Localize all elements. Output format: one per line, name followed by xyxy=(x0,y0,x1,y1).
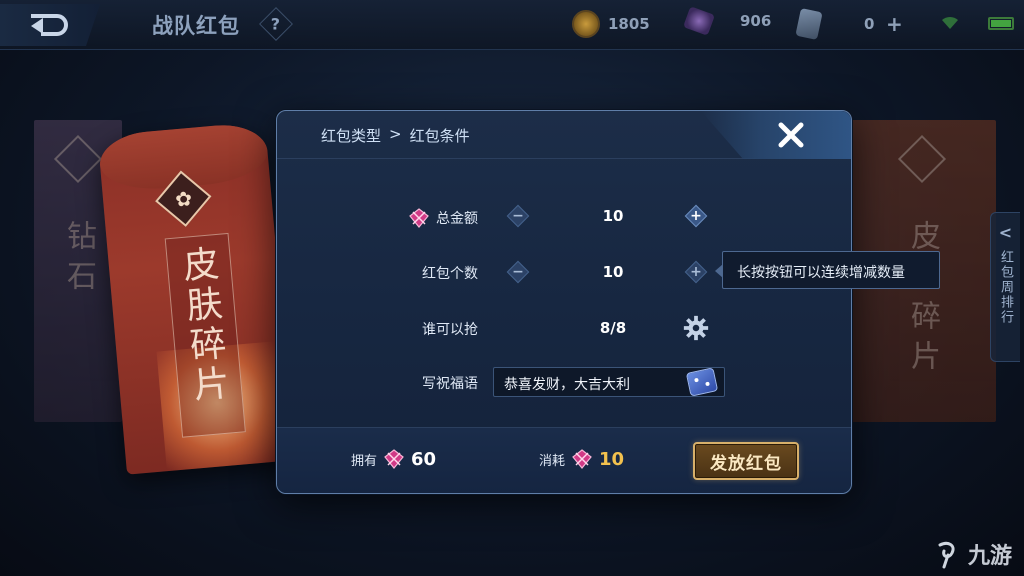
dialog-header: 红包类型 > 红包条件 xyxy=(277,111,851,159)
who-can-grab-row: 谁可以抢 8/8 xyxy=(277,311,851,345)
card-badge-icon xyxy=(897,134,947,184)
who-can-grab-label: 谁可以抢 xyxy=(422,322,478,338)
gold-coin-icon xyxy=(572,10,600,38)
help-icon[interactable]: ? xyxy=(259,7,293,41)
count-minus-button[interactable]: − xyxy=(506,260,530,284)
blessing-input[interactable]: 恭喜发财，大吉大利 xyxy=(493,367,725,397)
wifi-icon xyxy=(942,16,958,29)
close-button[interactable] xyxy=(775,119,807,151)
redpacket-count-value: 10 xyxy=(602,263,624,281)
cost-value: 10 xyxy=(599,448,625,470)
total-amount-plus-button[interactable]: + xyxy=(684,204,708,228)
card-badge-icon xyxy=(53,134,103,184)
redpacket-count-label: 红包个数 xyxy=(422,266,478,282)
diamond-icon xyxy=(384,449,404,469)
owned-label: 拥有 xyxy=(351,453,378,469)
gear-icon xyxy=(683,315,709,341)
count-plus-button[interactable]: + xyxy=(684,260,708,284)
close-icon xyxy=(778,122,804,148)
gold-value: 1805 xyxy=(608,15,650,33)
cost-amount: 消耗 10 xyxy=(539,448,624,470)
battery-icon xyxy=(988,17,1014,30)
total-amount-value: 10 xyxy=(602,207,624,225)
redpacket-conditions-dialog: 红包类型 > 红包条件 总金额 − 10 + 红包个数 − 10 + 谁可以抢 … xyxy=(276,110,852,494)
jiuyou-logo-icon xyxy=(938,541,955,569)
who-can-grab-settings-button[interactable] xyxy=(681,313,711,343)
breadcrumb-redpacket-type[interactable]: 红包类型 xyxy=(321,125,381,146)
diamond-icon xyxy=(409,208,429,228)
breadcrumb: 红包类型 > 红包条件 xyxy=(321,125,470,146)
diamond-icon xyxy=(572,449,592,469)
owned-value: 60 xyxy=(411,448,437,470)
dialog-footer: 拥有 60 消耗 10 发放红包 xyxy=(277,427,851,493)
long-press-tooltip: 长按按钮可以连续增减数量 xyxy=(715,251,940,289)
watermark-text: 九游 xyxy=(968,544,1013,569)
diamond-value: 906 xyxy=(740,12,772,30)
redpacket-weekly-ranking-tab[interactable]: < 红包周排行 xyxy=(990,212,1020,362)
total-amount-minus-button[interactable]: − xyxy=(506,204,530,228)
cost-label: 消耗 xyxy=(539,453,566,469)
minus-icon: − xyxy=(512,264,524,280)
coupon-value: 0 xyxy=(864,15,875,33)
back-arrow-icon xyxy=(31,14,68,36)
total-amount-label: 总金额 xyxy=(408,207,478,229)
coupon-currency: 0 + xyxy=(795,8,906,40)
diamond-icon xyxy=(683,6,715,36)
blessing-row: 写祝福语 恭喜发财，大吉大利 xyxy=(277,365,851,399)
send-redpacket-button[interactable]: 发放红包 xyxy=(693,442,799,480)
card-label: 钻石 xyxy=(61,220,96,300)
plus-icon: + xyxy=(690,208,702,224)
add-coupon-button[interactable]: + xyxy=(882,12,906,36)
skin-fragment-envelope[interactable]: ✿ 皮肤碎片 xyxy=(97,121,295,475)
who-can-grab-value: 8/8 xyxy=(599,319,627,337)
total-amount-label-text: 总金额 xyxy=(436,211,478,227)
back-button[interactable] xyxy=(0,4,100,46)
diamond-currency: 906 xyxy=(683,6,772,36)
coupon-icon xyxy=(795,8,823,40)
page-title: 战队红包 xyxy=(152,14,240,38)
watermark: 九游 xyxy=(934,538,1012,570)
owned-amount: 拥有 60 xyxy=(351,448,436,470)
breadcrumb-separator: > xyxy=(389,125,402,143)
random-dice-icon[interactable] xyxy=(685,367,719,397)
chevron-left-icon: < xyxy=(998,223,1013,242)
breadcrumb-redpacket-conditions: 红包条件 xyxy=(409,127,470,145)
total-amount-row: 总金额 − 10 + xyxy=(277,199,851,233)
gold-currency: 1805 xyxy=(572,10,650,38)
top-bar: 战队红包 ? 1805 906 0 + xyxy=(0,0,1024,50)
side-tab-label: 红包周排行 xyxy=(998,250,1013,325)
card-label: 皮肤碎片 xyxy=(905,220,940,380)
plus-icon: + xyxy=(690,264,702,280)
blessing-input-value: 恭喜发财，大吉大利 xyxy=(504,377,630,393)
help-icon-label: ? xyxy=(271,14,281,34)
minus-icon: − xyxy=(512,208,524,224)
blessing-label: 写祝福语 xyxy=(422,376,478,392)
